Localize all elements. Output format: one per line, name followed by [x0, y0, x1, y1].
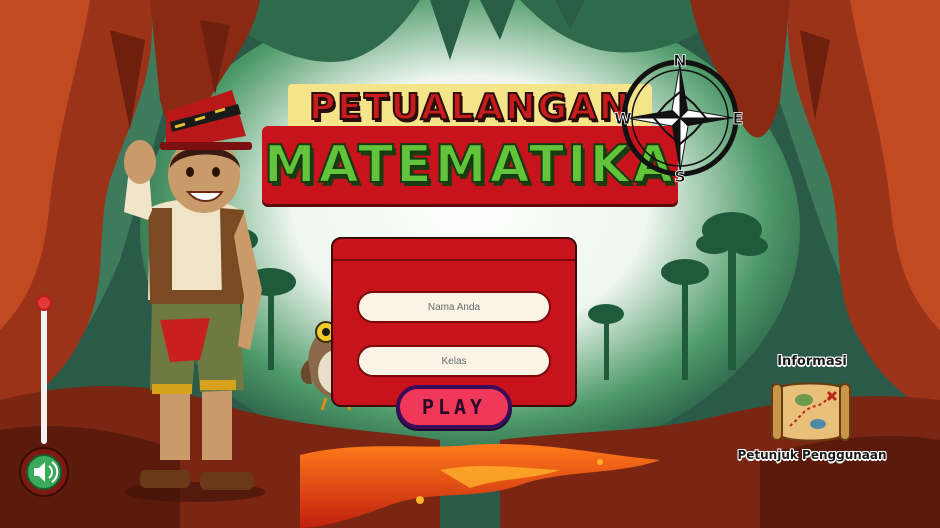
play-button[interactable]: PLAY — [396, 385, 512, 429]
game-title-line1: PETUALANGAN — [308, 86, 631, 129]
volume-slider-track[interactable] — [41, 296, 47, 444]
guide-link[interactable]: Petunjuk Penggunaan — [714, 448, 910, 462]
login-panel — [331, 237, 577, 407]
class-input[interactable] — [357, 345, 551, 377]
compass-north-label: N — [673, 52, 686, 70]
panel-header-divider — [333, 259, 575, 261]
compass-south-label: S — [674, 167, 686, 184]
compass-rose-icon: N E S W — [614, 52, 744, 184]
compass-east-label: E — [733, 109, 744, 128]
treasure-map-icon[interactable] — [770, 378, 852, 444]
compass-west-label: W — [614, 109, 632, 128]
info-title: Informasi — [777, 354, 847, 369]
title-banner-top: PETUALANGAN — [288, 84, 652, 130]
speaker-icon[interactable] — [18, 446, 70, 498]
name-input[interactable] — [357, 291, 551, 323]
play-button-label: PLAY — [421, 395, 487, 419]
